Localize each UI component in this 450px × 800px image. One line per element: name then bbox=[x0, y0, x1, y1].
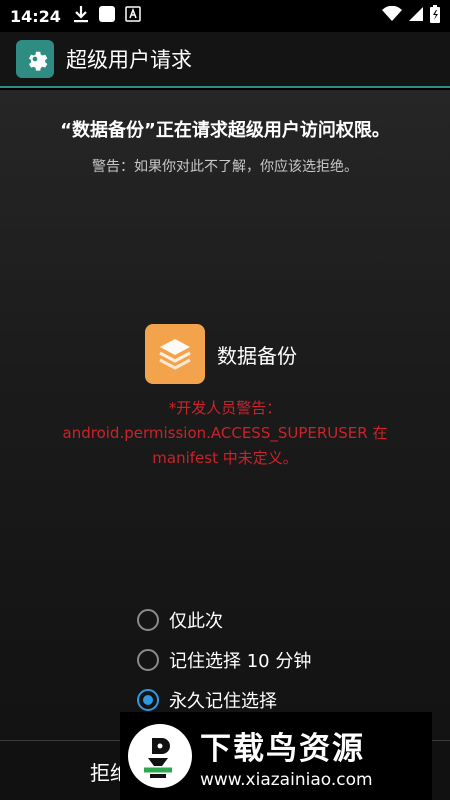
status-icons-right bbox=[382, 5, 440, 27]
gear-icon bbox=[16, 40, 54, 78]
option-label: 记住选择 10 分钟 bbox=[169, 651, 312, 672]
watermark: 下载鸟资源 www.xiazainiao.com bbox=[120, 712, 432, 800]
watermark-title: 下载鸟资源 bbox=[200, 730, 365, 767]
request-warning: 警告：如果你对此不了解，你应该选拒绝。 bbox=[92, 159, 358, 175]
wifi-icon bbox=[382, 5, 402, 26]
layers-icon bbox=[145, 324, 205, 384]
watermark-text: 下载鸟资源 www.xiazainiao.com bbox=[200, 723, 373, 790]
developer-warning: *开发人员警告： android.permission.ACCESS_SUPER… bbox=[0, 396, 450, 471]
bird-logo-icon bbox=[128, 724, 192, 788]
app-notification-icon bbox=[98, 5, 116, 27]
signal-icon bbox=[408, 6, 424, 26]
status-bar: 14:24 bbox=[0, 0, 450, 32]
status-icons-left bbox=[73, 5, 141, 27]
radio-dot bbox=[143, 695, 153, 705]
duration-options: 仅此次 记住选择 10 分钟 永久记住选择 bbox=[137, 600, 311, 720]
option-10-minutes[interactable]: 记住选择 10 分钟 bbox=[137, 640, 311, 680]
requesting-app-name: 数据备份 bbox=[217, 343, 297, 368]
requesting-app: 数据备份 bbox=[145, 324, 297, 384]
a-icon bbox=[125, 6, 141, 26]
radio-button[interactable] bbox=[137, 649, 159, 671]
watermark-url: www.xiazainiao.com bbox=[200, 769, 373, 790]
page-title: 超级用户请求 bbox=[66, 48, 192, 72]
request-dialog: “数据备份”正在请求超级用户访问权限。 警告：如果你对此不了解，你应该选拒绝。 … bbox=[0, 90, 450, 800]
developer-warning-line: android.permission.ACCESS_SUPERUSER 在 bbox=[62, 424, 388, 442]
battery-icon bbox=[430, 5, 440, 27]
option-label: 仅此次 bbox=[169, 611, 223, 632]
radio-button-checked[interactable] bbox=[137, 689, 159, 711]
option-once[interactable]: 仅此次 bbox=[137, 600, 311, 640]
status-time: 14:24 bbox=[10, 6, 61, 26]
developer-warning-line: manifest 中未定义。 bbox=[152, 449, 298, 467]
developer-warning-line: *开发人员警告： bbox=[168, 399, 282, 417]
radio-button[interactable] bbox=[137, 609, 159, 631]
app-bar: 超级用户请求 bbox=[0, 32, 450, 88]
download-icon bbox=[73, 5, 89, 27]
request-headline: “数据备份”正在请求超级用户访问权限。 bbox=[60, 120, 390, 141]
option-label: 永久记住选择 bbox=[169, 691, 277, 712]
